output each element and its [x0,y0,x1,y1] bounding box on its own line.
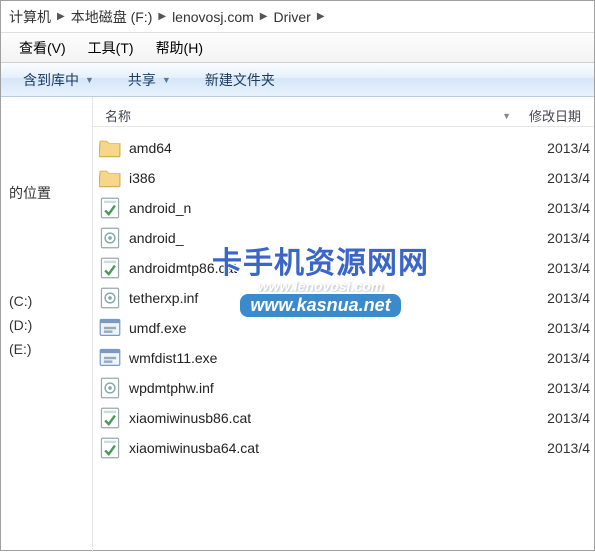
folder-icon [99,137,121,159]
catalog-file-icon [99,437,121,459]
crumb-drive-f[interactable]: 本地磁盘 (F:) [71,7,153,27]
settings-file-icon [99,377,121,399]
folder-icon [99,167,121,189]
crumb-computer[interactable]: 计算机 [9,7,51,27]
file-name: i386 [127,170,529,186]
file-date: 2013/4 [529,170,594,186]
file-row[interactable]: android_n2013/4 [93,193,594,223]
include-in-library-button[interactable]: 含到库中 ▼ [11,66,106,94]
file-row[interactable]: i3862013/4 [93,163,594,193]
newfolder-label: 新建文件夹 [205,70,275,90]
menu-view[interactable]: 查看(V) [9,34,76,62]
file-date: 2013/4 [529,260,594,276]
settings-file-icon [99,287,121,309]
settings-file-icon [99,227,121,249]
application-icon [99,347,121,369]
file-list[interactable]: amd642013/4i3862013/4android_n2013/4andr… [93,127,594,552]
file-date: 2013/4 [529,350,594,366]
file-row[interactable]: amd642013/4 [93,133,594,163]
file-name: xiaomiwinusb86.cat [127,410,529,426]
catalog-file-icon [99,407,121,429]
file-name: android_n [127,200,529,216]
chevron-right-icon: ▶ [158,11,166,22]
chevron-down-icon: ▼ [162,75,171,85]
crumb-folder-1[interactable]: lenovosj.com [172,9,254,25]
column-name-header[interactable]: 名称 [93,106,502,125]
menu-tools[interactable]: 工具(T) [78,34,144,62]
catalog-file-icon [99,197,121,219]
file-row[interactable]: xiaomiwinusba64.cat2013/4 [93,433,594,463]
file-date: 2013/4 [529,290,594,306]
file-date: 2013/4 [529,410,594,426]
chevron-right-icon: ▶ [57,11,65,22]
menubar: 查看(V) 工具(T) 帮助(H) [1,33,594,63]
chevron-right-icon: ▶ [317,11,325,22]
chevron-down-icon: ▼ [85,75,94,85]
file-row[interactable]: androidmtp86.cat2013/4 [93,253,594,283]
toolbar: 含到库中 ▼ 共享 ▼ 新建文件夹 [1,63,594,97]
application-icon [99,317,121,339]
file-pane: 名称 ▼ 修改日期 amd642013/4i3862013/4android_n… [93,97,594,552]
file-date: 2013/4 [529,380,594,396]
file-name: tetherxp.inf [127,290,529,306]
share-label: 共享 [128,70,156,90]
file-date: 2013/4 [529,230,594,246]
file-row[interactable]: wmfdist11.exe2013/4 [93,343,594,373]
share-button[interactable]: 共享 ▼ [116,66,183,94]
catalog-file-icon [99,257,121,279]
file-name: androidmtp86.cat [127,260,529,276]
column-date-header[interactable]: 修改日期 [529,106,594,125]
nav-drive-d[interactable]: (D:) [1,313,92,337]
include-label: 含到库中 [23,70,79,90]
file-row[interactable]: umdf.exe2013/4 [93,313,594,343]
file-row[interactable]: xiaomiwinusb86.cat2013/4 [93,403,594,433]
file-row[interactable]: tetherxp.inf2013/4 [93,283,594,313]
nav-drive-c[interactable]: (C:) [1,289,92,313]
file-name: wpdmtphw.inf [127,380,529,396]
file-date: 2013/4 [529,320,594,336]
chevron-right-icon: ▶ [260,11,268,22]
file-date: 2013/4 [529,140,594,156]
crumb-folder-2[interactable]: Driver [273,9,310,25]
file-date: 2013/4 [529,440,594,456]
content-area: 的位置 (C:) (D:) (E:) 名称 ▼ 修改日期 amd642013/4… [1,97,594,552]
new-folder-button[interactable]: 新建文件夹 [193,66,287,94]
file-name: wmfdist11.exe [127,350,529,366]
navigation-pane[interactable]: 的位置 (C:) (D:) (E:) [1,97,93,552]
breadcrumb[interactable]: 计算机 ▶ 本地磁盘 (F:) ▶ lenovosj.com ▶ Driver … [1,1,594,33]
menu-help[interactable]: 帮助(H) [146,34,213,62]
nav-location[interactable]: 的位置 [1,177,92,209]
file-row[interactable]: wpdmtphw.inf2013/4 [93,373,594,403]
file-name: amd64 [127,140,529,156]
file-name: xiaomiwinusba64.cat [127,440,529,456]
nav-drive-e[interactable]: (E:) [1,337,92,361]
column-headers: 名称 ▼ 修改日期 [93,97,594,127]
chevron-down-icon[interactable]: ▼ [502,111,511,121]
file-date: 2013/4 [529,200,594,216]
column-name-label: 名称 [105,109,131,124]
file-row[interactable]: android_2013/4 [93,223,594,253]
file-name: umdf.exe [127,320,529,336]
file-name: android_ [127,230,529,246]
